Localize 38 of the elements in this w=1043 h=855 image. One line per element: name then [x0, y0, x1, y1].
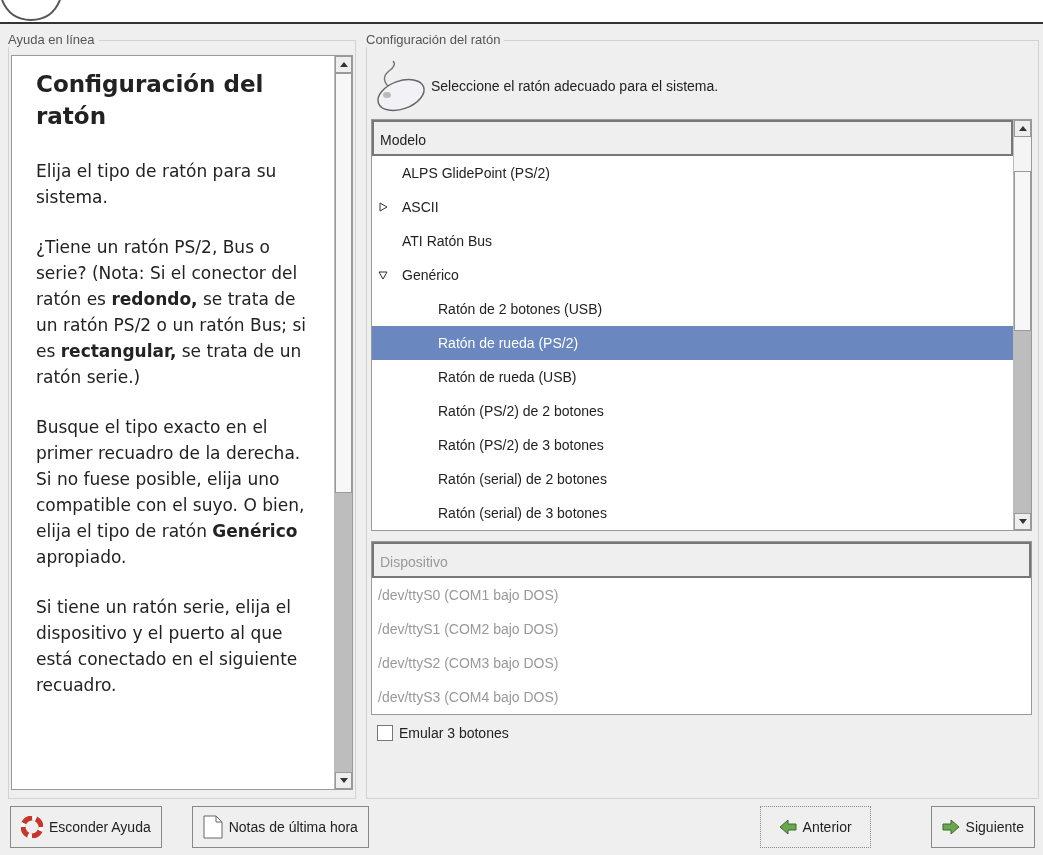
- list-item[interactable]: Ratón de rueda (USB): [372, 360, 1013, 394]
- list-item[interactable]: Ratón (PS/2) de 2 botones: [372, 394, 1013, 428]
- list-item[interactable]: Ratón (PS/2) de 3 botones: [372, 428, 1013, 462]
- list-item[interactable]: Ratón de 2 botones (USB): [372, 292, 1013, 326]
- list-item[interactable]: ALPS GlidePoint (PS/2): [372, 156, 1013, 190]
- help-paragraph: ¿Tiene un ratón PS/2, Bus o serie? (Nota: Si el conector del ratón es redondo, se trata de un ratón PS/2 o un ratón Bus; si es rectangular, se trata de un ratón serie.): [36, 236, 307, 389]
- panel-legend: Ayuda en línea: [8, 32, 99, 47]
- list-item[interactable]: Ratón (serial) de 3 botones: [372, 496, 1013, 530]
- help-paragraph: Si tiene un ratón serie, elija el dispositivo y el puerto al que está conectado en el siguiente recuadro.: [36, 596, 299, 697]
- collapsed-triangle-icon[interactable]: [378, 202, 388, 212]
- scroll-down-icon[interactable]: [339, 778, 348, 783]
- left-arrow-icon: [778, 819, 797, 835]
- scrollbar[interactable]: [1013, 120, 1031, 530]
- help-paragraph: Elija el tipo de ratón para su sistema.: [36, 160, 278, 209]
- lifebuoy-icon: [21, 816, 43, 838]
- next-button[interactable]: Siguiente: [930, 806, 1035, 848]
- checkbox[interactable]: [377, 725, 393, 741]
- scroll-up-icon[interactable]: [339, 62, 348, 67]
- list-item[interactable]: Ratón (serial) de 2 botones: [372, 462, 1013, 496]
- instruction-text: Seleccione el ratón adecuado para el sistema.: [431, 78, 719, 94]
- list-item[interactable]: ASCII: [372, 190, 1013, 224]
- right-arrow-icon: [941, 819, 960, 835]
- document-icon: [202, 815, 223, 839]
- help-title: Configuración del ratón: [36, 70, 265, 131]
- hide-help-button[interactable]: Esconder Ayuda: [10, 806, 162, 848]
- list-item[interactable]: Genérico: [372, 258, 1013, 292]
- back-button[interactable]: Anterior: [759, 806, 871, 848]
- column-header[interactable]: Modelo: [372, 120, 1013, 156]
- expanded-triangle-icon[interactable]: [378, 270, 388, 280]
- scroll-down-icon[interactable]: [1018, 519, 1027, 524]
- list-item[interactable]: ATI Ratón Bus: [372, 224, 1013, 258]
- checkbox-label[interactable]: Emular 3 botones: [399, 725, 509, 741]
- release-notes-button[interactable]: Notas de última hora: [191, 806, 369, 848]
- list-item[interactable]: Ratón de rueda (PS/2): [372, 326, 1013, 360]
- scrollbar[interactable]: [334, 56, 352, 789]
- panel-legend: Configuración del ratón: [366, 32, 505, 47]
- help-paragraph: Busque el tipo exacto en el primer recuadro de la derecha. Si no fuese posible, elija uno compatible con el suyo. O bien, elija el tipo de ratón Genérico apropiado.: [36, 416, 306, 569]
- scroll-up-icon[interactable]: [1018, 126, 1027, 131]
